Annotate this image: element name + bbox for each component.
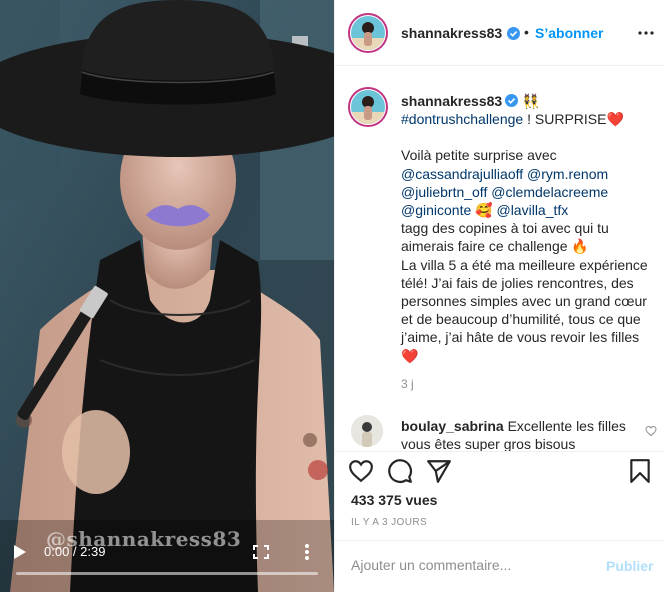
comment-text-block: boulay_sabrina Excellente les filles vou… [401,417,641,451]
avatar[interactable] [351,16,385,50]
comments-scroll-area[interactable]: shannakress83 👯 #dontrushchallenge ! SUR… [335,67,664,451]
publish-button[interactable]: Publier [606,558,653,574]
verified-badge-icon [507,27,520,40]
bookmark-icon[interactable] [627,458,653,484]
comment-input[interactable] [351,555,581,575]
caption-username[interactable]: shannakress83 [401,93,502,109]
mention-link[interactable]: @rym.renom [527,166,608,182]
mention-link[interactable]: @cassandrajulliaoff [401,166,523,182]
caption-time-ago[interactable]: 3 j [401,377,414,391]
add-comment-bar: Publier [335,540,664,592]
video-progress-bar[interactable] [16,572,318,575]
caption-emoji: 👯 [522,93,540,109]
mention-link[interactable]: @lavilla_tfx [496,202,568,218]
comment-avatar[interactable] [351,415,383,447]
post-actions: 433 375 vues IL Y A 3 JOURS Publier [335,451,664,579]
video-controls: 0:00 / 2:39 [0,532,334,592]
mention-link[interactable]: @giniconte [401,202,471,218]
post-details-panel: shannakress83 • S’abonner shannakress83 … [334,0,664,592]
heart-icon[interactable] [348,458,374,484]
fullscreen-icon[interactable] [253,545,269,559]
hashtag-link[interactable]: #dontrushchallenge [401,111,523,127]
comment-item: boulay_sabrina Excellente les filles vou… [335,411,664,451]
header-username[interactable]: shannakress83 [401,25,502,41]
comment-icon[interactable] [387,458,413,484]
separator-dot: • [524,24,529,40]
follow-button[interactable]: S’abonner [535,25,603,41]
share-icon[interactable] [426,458,452,484]
caption-tag-text: tagg des copines à toi avec qui tu aimer… [401,220,609,255]
comment-username[interactable]: boulay_sabrina [401,418,504,434]
video-player[interactable]: @shannakress83 0:00 / 2:39 [0,0,334,592]
more-vertical-icon[interactable] [303,543,311,561]
caption-body-text: La villa 5 a été ma meilleure expérience… [401,256,648,364]
post-caption: shannakress83 👯 #dontrushchallenge ! SUR… [401,92,653,365]
comment-heart-icon[interactable] [645,425,657,437]
more-horizontal-icon[interactable] [638,31,654,35]
verified-badge-icon [505,94,519,107]
caption-line1-text: ! SURPRISE❤️ [523,111,624,128]
mention-link[interactable]: @juliebrtn_off [401,184,487,200]
post-date[interactable]: IL Y A 3 JOURS [351,517,427,528]
instagram-post: @shannakress83 0:00 / 2:39 shannakress83… [0,0,664,592]
play-icon[interactable] [13,544,27,560]
view-count[interactable]: 433 375 vues [351,492,437,508]
post-header: shannakress83 • S’abonner [335,0,664,66]
video-time: 0:00 / 2:39 [44,544,106,559]
caption-emoji: 🥰 [475,202,493,219]
caption-intro: Voilà petite surprise avec [401,147,557,164]
caption-avatar[interactable] [351,90,385,124]
video-frame [0,0,334,592]
mention-link[interactable]: @clemdelacreeme [491,184,608,200]
